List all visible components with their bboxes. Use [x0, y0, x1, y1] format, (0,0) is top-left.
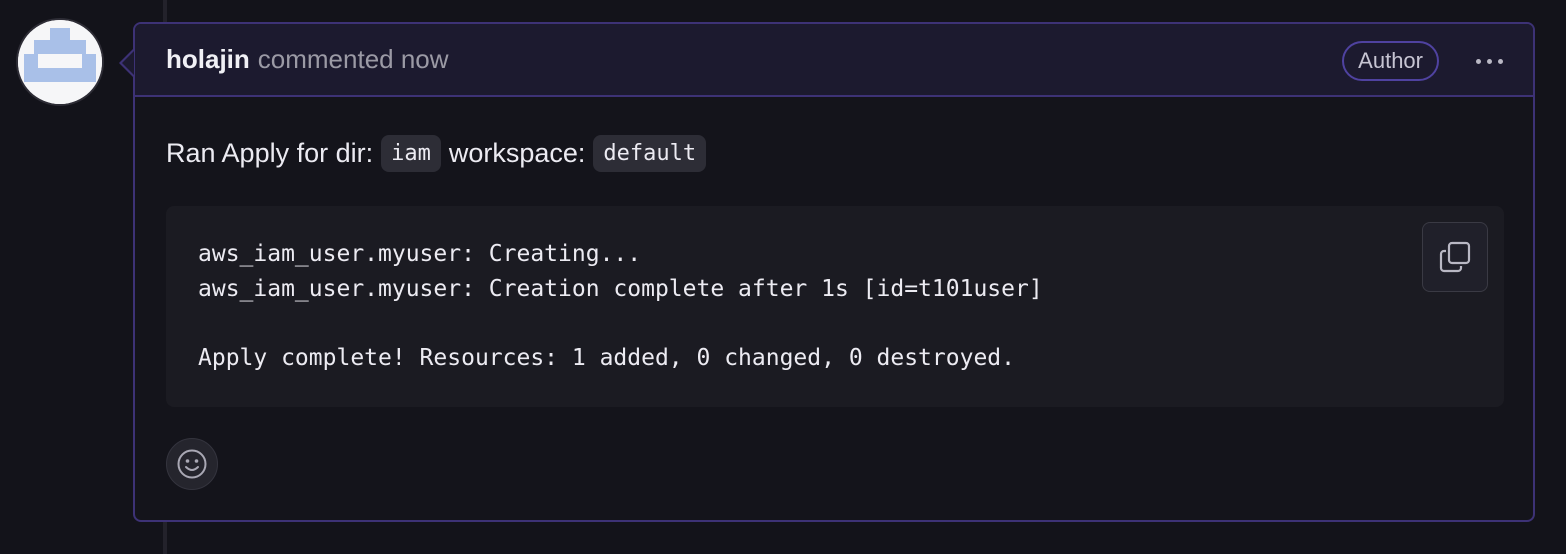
author-badge: Author — [1342, 41, 1439, 81]
kebab-horizontal-icon — [1473, 58, 1506, 64]
workspace-code: default — [593, 134, 707, 172]
copy-icon — [1439, 241, 1471, 273]
more-options-button[interactable] — [1469, 46, 1509, 76]
apply-summary-line: Ran Apply for dir: iam workspace: defaul… — [166, 133, 1502, 173]
comment-header: holajin commented now Author — [135, 24, 1533, 97]
summary-prefix: Ran Apply for dir: — [166, 137, 374, 168]
code-line: aws_iam_user.myuser: Creating... — [198, 241, 642, 267]
user-avatar[interactable] — [18, 20, 102, 104]
code-block: aws_iam_user.myuser: Creating... aws_iam… — [166, 206, 1504, 407]
code-line: aws_iam_user.myuser: Creation complete a… — [198, 275, 1043, 302]
add-reaction-button[interactable] — [166, 438, 218, 490]
comment-pointer-inner — [122, 51, 134, 75]
code-line: Apply complete! Resources: 1 added, 0 ch… — [198, 344, 1015, 371]
workspace-label: workspace: — [448, 137, 586, 168]
comment-box: holajin commented now Author Ran Apply f… — [133, 22, 1535, 522]
author-name-link[interactable]: holajin — [166, 44, 250, 75]
smiley-icon — [177, 449, 207, 479]
identicon-avatar-icon — [18, 20, 102, 104]
copy-button[interactable] — [1422, 222, 1488, 292]
comment-timestamp-link[interactable]: commented now — [258, 44, 449, 75]
dir-code: iam — [381, 134, 441, 172]
comment-body: Ran Apply for dir: iam workspace: defaul… — [135, 97, 1533, 407]
